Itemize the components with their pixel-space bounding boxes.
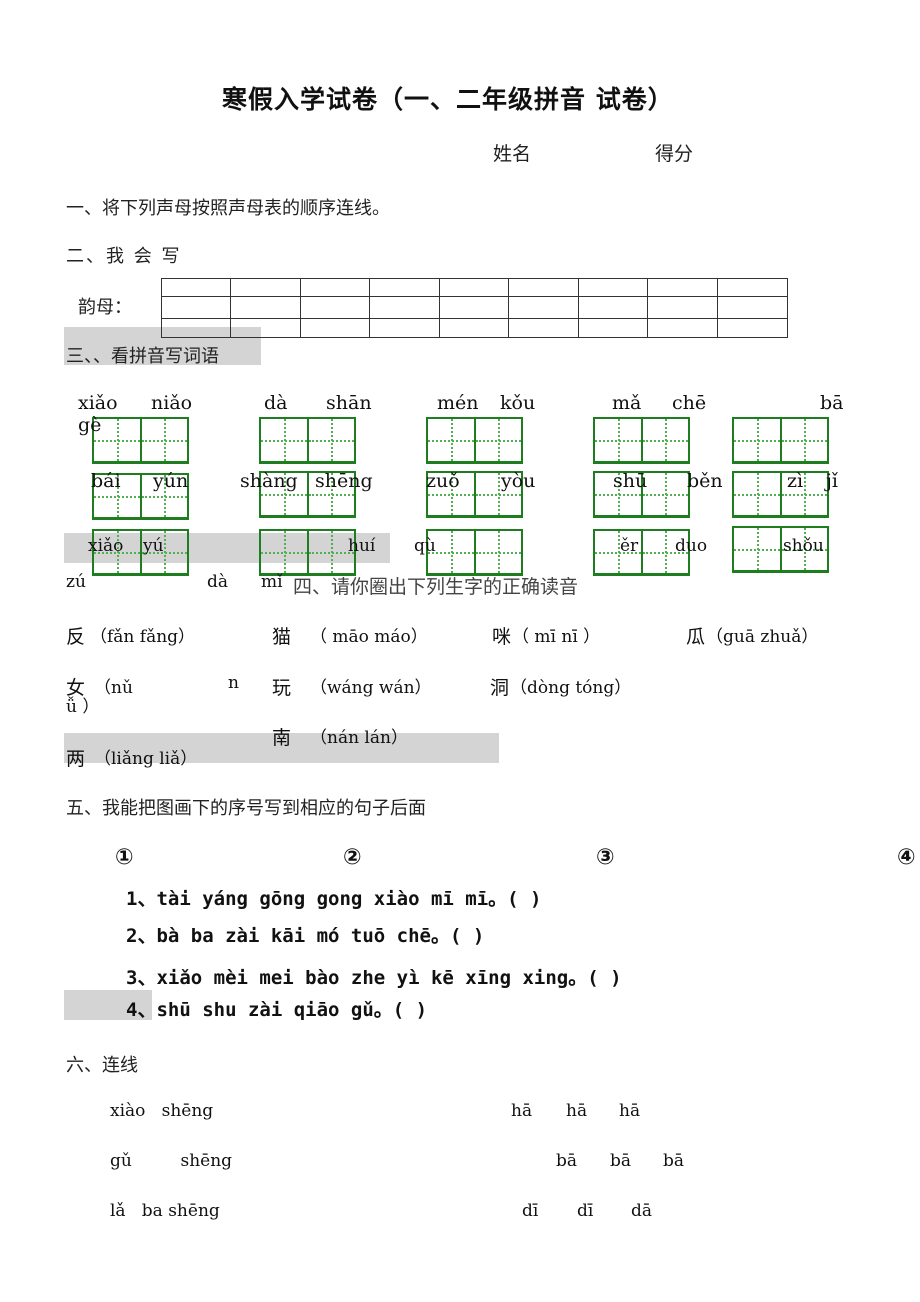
match-right[interactable]: hā	[566, 1101, 587, 1121]
match-right[interactable]: dī	[577, 1201, 593, 1221]
pinyin: xiǎo	[88, 536, 124, 556]
sentence[interactable]: 3、xiǎo mèi mei bào zhe yì kē xīng xing。(…	[126, 963, 622, 990]
reading-options[interactable]: （nǔ	[94, 673, 133, 698]
tianzige-box[interactable]	[426, 529, 523, 576]
pinyin: zuǒ	[426, 470, 460, 492]
pinyin: shǒu	[783, 536, 824, 556]
tianzige-box[interactable]	[426, 417, 523, 464]
name-label: 姓名	[493, 143, 532, 165]
tianzige-box[interactable]	[732, 417, 829, 464]
tianzige-box[interactable]	[259, 529, 356, 576]
char: 反	[66, 626, 86, 648]
char: 两	[66, 748, 86, 770]
pinyin: mén	[437, 392, 479, 414]
picture-marker: ①	[115, 845, 134, 870]
score-label: 得分	[655, 143, 694, 165]
pinyin: jǐ	[826, 470, 838, 492]
pinyin: shān	[326, 392, 372, 414]
pinyin: xiǎo	[78, 392, 118, 414]
pinyin: yòu	[501, 470, 536, 492]
pinyin: shàng	[240, 470, 298, 492]
pinyin: shēng	[315, 470, 373, 492]
match-right[interactable]: hā	[511, 1101, 532, 1121]
pinyin: běn	[687, 470, 723, 492]
section2-heading: 二、我 会 写	[66, 246, 182, 267]
picture-marker: ③	[596, 845, 615, 870]
char: 南	[272, 727, 292, 749]
picture-marker: ②	[343, 845, 362, 870]
sentence[interactable]: 1、tài yáng gōng gong xiào mī mī。( )	[126, 884, 542, 911]
match-right[interactable]: bā	[610, 1151, 631, 1171]
reading-options[interactable]: （guā zhuǎ）	[706, 622, 818, 647]
finals-label: 韵母：	[78, 297, 132, 318]
match-left[interactable]: lǎ ba shēng	[110, 1201, 220, 1221]
pinyin: mǎ	[612, 392, 642, 414]
tianzige-box[interactable]	[259, 417, 356, 464]
char: 玩	[272, 677, 292, 699]
pinyin: dà	[264, 392, 288, 414]
char: 猫	[272, 626, 292, 648]
section6-heading: 六、连线	[66, 1055, 138, 1076]
section4-heading: 四、请你圈出下列生字的正确读音	[293, 576, 579, 598]
tianzige-box[interactable]	[92, 417, 189, 464]
reading-options[interactable]: （dòng tóng）	[510, 673, 631, 698]
pinyin: kǒu	[500, 392, 536, 414]
page-title: 寒假入学试卷（一、二年级拼音 试卷）	[222, 85, 674, 114]
picture-marker: ④	[897, 845, 916, 870]
sentence[interactable]: 2、bà ba zài kāi mó tuō chē。( )	[126, 921, 484, 948]
pinyin: dà	[207, 572, 229, 592]
reading-options[interactable]: （nán lán）	[310, 723, 408, 748]
reading-options[interactable]: ǚ ）	[66, 692, 99, 717]
writing-grid[interactable]	[161, 278, 788, 338]
char: 咪	[492, 626, 512, 648]
reading-options[interactable]: （wáng wán）	[310, 673, 432, 698]
pinyin: yú	[143, 536, 164, 556]
pinyin: bā	[820, 392, 844, 414]
pinyin: qù	[414, 536, 436, 556]
match-right[interactable]: dī	[522, 1201, 538, 1221]
reading-options[interactable]: （ māo máo）	[310, 622, 428, 647]
tianzige-box[interactable]	[593, 417, 690, 464]
pinyin: huí	[348, 536, 376, 556]
pinyin: duo	[675, 536, 708, 556]
reading-options[interactable]: （fǎn fǎng）	[90, 622, 195, 647]
reading-options[interactable]: （ mī nī ）	[512, 622, 600, 647]
pinyin: niǎo	[151, 392, 193, 414]
pinyin: zì	[787, 470, 804, 492]
section3-heading: 三、、看拼音写词语	[66, 346, 219, 367]
section5-heading: 五、我能把图画下的序号写到相应的句子后面	[66, 798, 426, 819]
pinyin: gè	[78, 414, 102, 436]
char: 洞	[490, 677, 510, 699]
match-right[interactable]: hā	[619, 1101, 640, 1121]
pinyin: yún	[153, 470, 189, 492]
match-left[interactable]: xiào shēng	[110, 1101, 213, 1121]
match-right[interactable]: bā	[663, 1151, 684, 1171]
reading-options[interactable]: （liǎng liǎ）	[94, 744, 197, 769]
pinyin: chē	[672, 392, 707, 414]
match-left[interactable]: gǔ shēng	[110, 1151, 232, 1171]
match-right[interactable]: dā	[631, 1201, 652, 1221]
match-right[interactable]: bā	[556, 1151, 577, 1171]
pinyin: zú	[66, 572, 86, 592]
pinyin: mǐ	[261, 572, 283, 592]
reading-options[interactable]: n	[228, 673, 239, 693]
char: 瓜	[686, 626, 706, 648]
sentence[interactable]: 4、shū shu zài qiāo gǔ。( )	[126, 995, 427, 1022]
section1-heading: 一、将下列声母按照声母表的顺序连线。	[66, 198, 390, 219]
pinyin: ěr	[620, 536, 639, 556]
tianzige-box[interactable]	[732, 471, 829, 518]
pinyin: shū	[613, 470, 648, 492]
pinyin: bái	[91, 470, 121, 492]
